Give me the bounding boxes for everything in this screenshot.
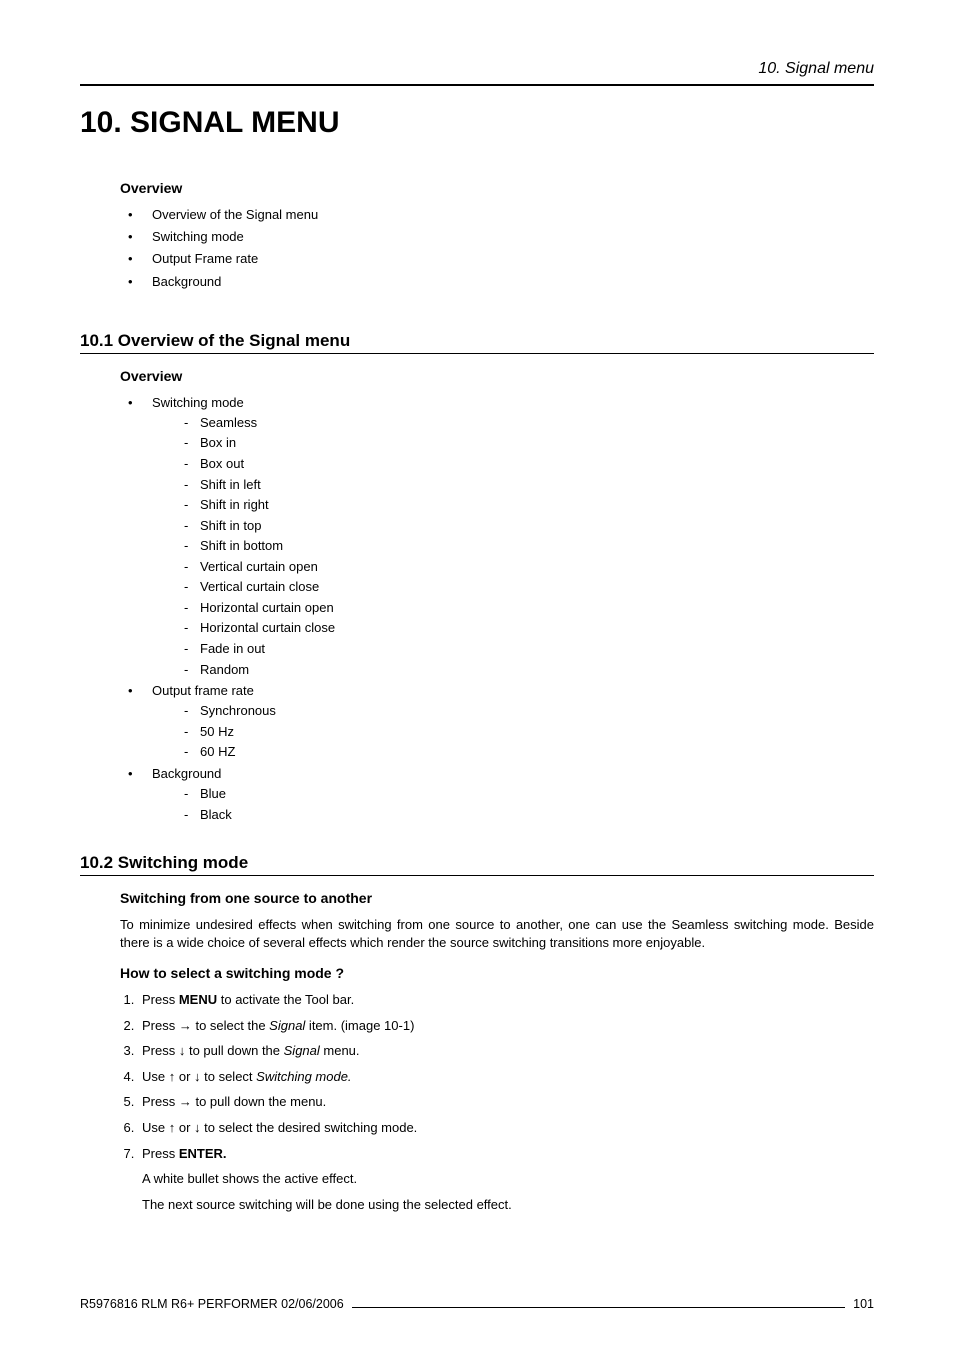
section-rule (80, 875, 874, 876)
sub-list: Seamless Box in Box out Shift in left Sh… (178, 414, 874, 678)
list-item: Random (178, 661, 874, 679)
step-item: Press ENTER. (138, 1145, 874, 1163)
step-item: Press ↓ to pull down the Signal menu. (138, 1042, 874, 1060)
step-item: Press → to select the Signal item. (imag… (138, 1017, 874, 1035)
list-item: Overview of the Signal menu (120, 206, 874, 224)
list-item-label: Output frame rate (152, 683, 254, 698)
step-text: Press (142, 1146, 179, 1161)
section-heading-102: 10.2 Switching mode (80, 853, 874, 873)
list-item: Synchronous (178, 702, 874, 720)
overview-list-1: Overview of the Signal menu Switching mo… (120, 206, 874, 291)
step-text: to activate the Tool bar. (217, 992, 354, 1007)
list-item: Blue (178, 785, 874, 803)
footer-page-number: 101 (853, 1297, 874, 1311)
step-bold: ENTER. (179, 1146, 227, 1161)
page: 10. Signal menu 10. SIGNAL MENU Overview… (0, 0, 954, 1351)
body-paragraph: To minimize undesired effects when switc… (120, 916, 874, 951)
list-item: Output frame rate Synchronous 50 Hz 60 H… (120, 682, 874, 761)
footer: R5976816 RLM R6+ PERFORMER 02/06/2006 10… (80, 1297, 874, 1311)
steps-list: Press MENU to activate the Tool bar. Pre… (120, 991, 874, 1162)
step-item: Press → to pull down the menu. (138, 1093, 874, 1111)
list-item: Fade in out (178, 640, 874, 658)
list-item: Vertical curtain open (178, 558, 874, 576)
list-item: Shift in left (178, 476, 874, 494)
running-header: 10. Signal menu (80, 60, 874, 78)
list-item: Output Frame rate (120, 250, 874, 268)
section-rule (80, 353, 874, 354)
sub-list: Blue Black (178, 785, 874, 823)
step-text: menu. (320, 1043, 360, 1058)
step-item: Press MENU to activate the Tool bar. (138, 991, 874, 1009)
chapter-title: 10. SIGNAL MENU (80, 106, 874, 140)
list-item: Background (120, 273, 874, 291)
subheading-howto: How to select a switching mode ? (120, 965, 874, 981)
list-item: Shift in right (178, 496, 874, 514)
section-heading-101: 10.1 Overview of the Signal menu (80, 331, 874, 351)
list-item: Box in (178, 434, 874, 452)
step-bold: MENU (179, 992, 217, 1007)
list-item: Shift in bottom (178, 537, 874, 555)
list-item: 50 Hz (178, 723, 874, 741)
list-item: Vertical curtain close (178, 578, 874, 596)
list-item-label: Background (152, 766, 221, 781)
step-item: Use ↑ or ↓ to select the desired switchi… (138, 1119, 874, 1137)
overview-heading-2: Overview (120, 368, 874, 384)
header-rule (80, 84, 874, 86)
list-item-label: Switching mode (152, 395, 244, 410)
step-text: Use ↑ or ↓ to select (142, 1069, 256, 1084)
step-text: item. (image 10-1) (305, 1018, 414, 1033)
list-item: Switching mode Seamless Box in Box out S… (120, 394, 874, 678)
list-item: 60 HZ (178, 743, 874, 761)
list-item: Horizontal curtain open (178, 599, 874, 617)
list-item: Seamless (178, 414, 874, 432)
step-note: The next source switching will be done u… (142, 1196, 874, 1214)
step-text: Press (142, 992, 179, 1007)
step-text: Press → to select the (142, 1018, 269, 1033)
list-item: Black (178, 806, 874, 824)
footer-left: R5976816 RLM R6+ PERFORMER 02/06/2006 (80, 1297, 344, 1311)
list-item: Switching mode (120, 228, 874, 246)
list-item: Shift in top (178, 517, 874, 535)
step-item: Use ↑ or ↓ to select Switching mode. (138, 1068, 874, 1086)
step-note: A white bullet shows the active effect. (142, 1170, 874, 1188)
step-italic: Signal (284, 1043, 320, 1058)
overview-list-2: Switching mode Seamless Box in Box out S… (120, 394, 874, 823)
step-text: Press ↓ to pull down the (142, 1043, 284, 1058)
list-item: Box out (178, 455, 874, 473)
list-item: Horizontal curtain close (178, 619, 874, 637)
step-italic: Switching mode. (256, 1069, 351, 1084)
sub-list: Synchronous 50 Hz 60 HZ (178, 702, 874, 761)
list-item: Background Blue Black (120, 765, 874, 823)
subheading-switching: Switching from one source to another (120, 890, 874, 906)
footer-rule (352, 1307, 845, 1308)
step-italic: Signal (269, 1018, 305, 1033)
overview-heading-1: Overview (120, 180, 874, 196)
